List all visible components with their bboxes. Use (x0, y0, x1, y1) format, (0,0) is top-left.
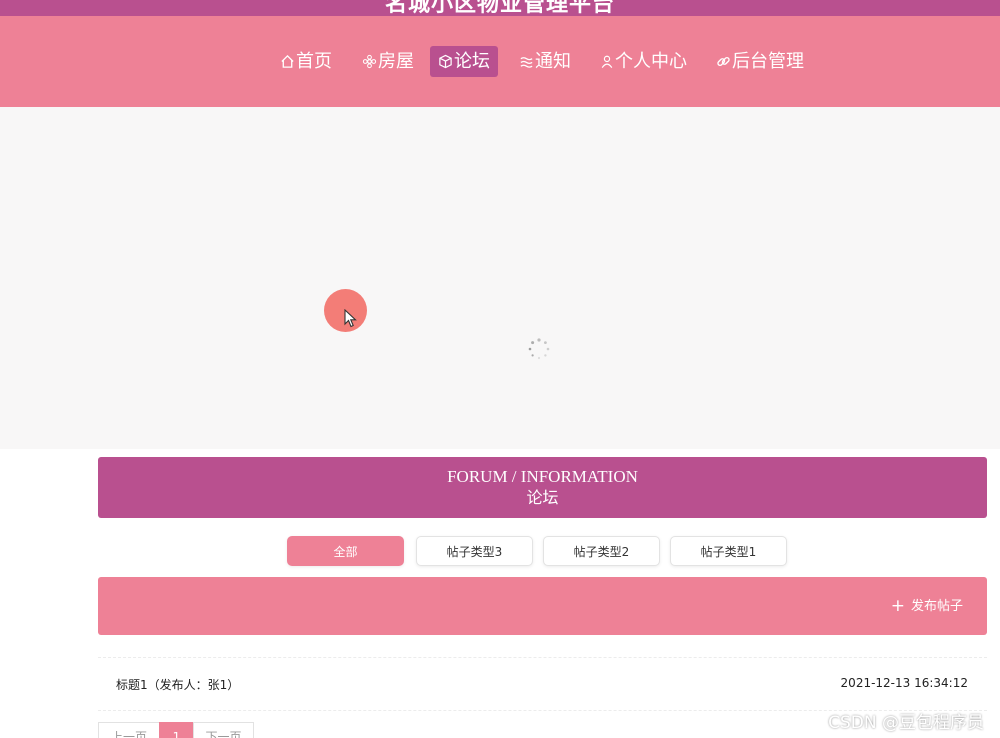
user-icon (601, 55, 613, 68)
nav-item-forum[interactable]: 论坛 (430, 46, 498, 77)
tab-post-type-2[interactable]: 帖子类型2 (543, 536, 660, 566)
nav-label: 房屋 (378, 51, 414, 72)
site-title: 名城小区物业管理平台 (384, 0, 615, 16)
watermark: CSDN @豆包程序员 (828, 713, 984, 733)
wave-icon (520, 57, 533, 68)
section-title-cn: 论坛 (526, 488, 559, 507)
nav-label: 后台管理 (732, 51, 804, 72)
post-title[interactable]: 标题1（发布人：张1） (116, 676, 239, 693)
section-title-en: FORUM / INFORMATION (447, 467, 638, 486)
next-page-button[interactable]: 下一页 (193, 722, 254, 738)
home-icon (281, 54, 294, 68)
mouse-cursor-icon (344, 309, 357, 328)
loading-spinner-icon (528, 338, 550, 360)
post-time: 2021-12-13 16:34:12 (840, 676, 968, 690)
flower-icon (362, 54, 377, 69)
publish-post-button[interactable]: + 发布帖子 (891, 597, 963, 615)
nav-item-profile[interactable]: 个人中心 (592, 46, 695, 77)
section-header: FORUM / INFORMATION 论坛 (98, 457, 987, 518)
tab-post-type-3[interactable]: 帖子类型3 (416, 536, 533, 566)
publish-bar: + 发布帖子 (98, 577, 987, 635)
forum-page: 名城小区物业管理平台 首页 房屋 论坛 通知 个人中心 后台管理 FORUM /… (0, 0, 1000, 738)
nav-label: 通知 (535, 51, 571, 72)
nav-label: 论坛 (454, 51, 490, 72)
nav-item-house[interactable]: 房屋 (354, 46, 422, 77)
top-bar: 名城小区物业管理平台 (0, 0, 1000, 16)
banner-carousel[interactable] (0, 107, 1000, 449)
plus-icon: + (890, 596, 905, 616)
nav-item-admin[interactable]: 后台管理 (708, 46, 812, 77)
nav-item-notice[interactable]: 通知 (511, 46, 579, 77)
nav-label: 个人中心 (615, 51, 687, 72)
page-number-1[interactable]: 1 (159, 722, 194, 738)
nav-label: 首页 (296, 51, 332, 72)
publish-label: 发布帖子 (910, 599, 963, 614)
prev-page-button[interactable]: 上一页 (98, 722, 160, 738)
nav-bar: 首页 房屋 论坛 通知 个人中心 后台管理 (0, 16, 1000, 107)
tab-all[interactable]: 全部 (287, 536, 404, 566)
link-icon (717, 56, 730, 67)
cube-icon (439, 54, 452, 69)
post-list-item[interactable]: 标题1（发布人：张1） 2021-12-13 16:34:12 (98, 657, 987, 711)
tab-post-type-1[interactable]: 帖子类型1 (670, 536, 787, 566)
nav-item-home[interactable]: 首页 (272, 46, 340, 77)
